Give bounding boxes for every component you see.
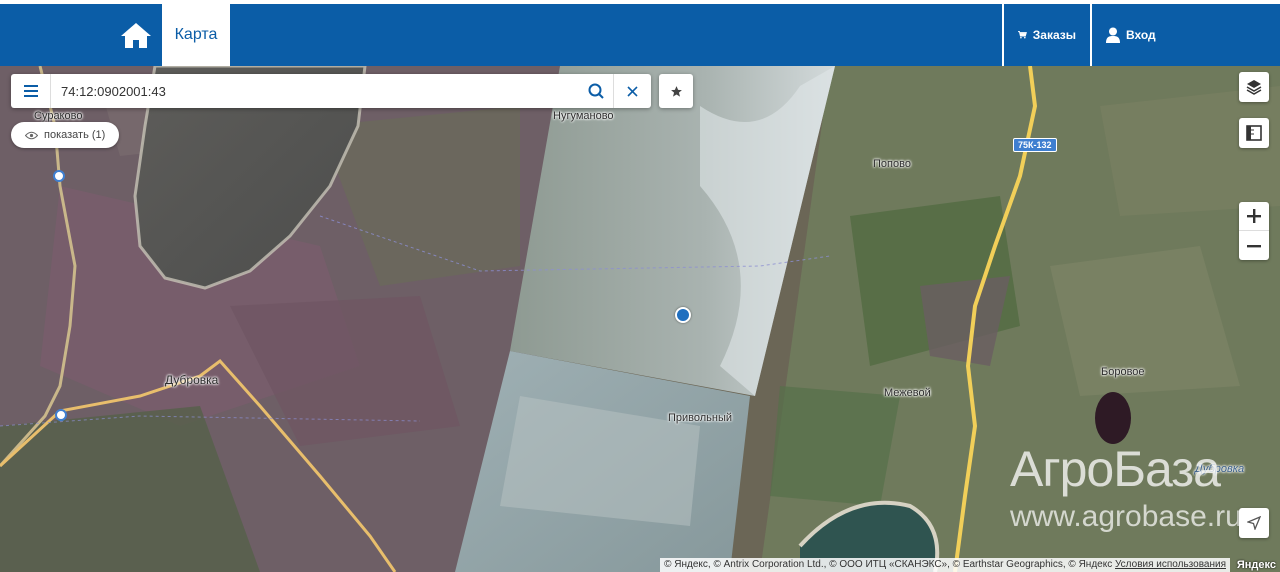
user-icon <box>1106 27 1120 43</box>
orders-label: Заказы <box>1032 28 1076 42</box>
minus-icon <box>1247 244 1261 247</box>
terms-link[interactable]: Условия использования <box>1115 559 1226 570</box>
app-root: Карта Заказы Вход Сураково Нугуманово По… <box>0 0 1280 572</box>
place-label: Привольный <box>668 412 733 424</box>
layers-icon <box>1246 80 1262 95</box>
search-icon <box>588 83 604 99</box>
top-nav: Карта Заказы Вход <box>0 4 1280 66</box>
login-link[interactable]: Вход <box>1090 4 1280 66</box>
zoom-out-button[interactable] <box>1239 231 1269 260</box>
map-attribution: © Яндекс, © Antrix Corporation Ltd., © О… <box>660 558 1230 572</box>
menu-button[interactable] <box>11 74 51 108</box>
attribution-text: © Яндекс, © Antrix Corporation Ltd., © О… <box>664 559 1113 570</box>
place-label: Сураково <box>34 110 83 122</box>
eye-icon <box>25 131 38 139</box>
favorite-button[interactable] <box>659 74 693 108</box>
plus-icon <box>1247 209 1261 223</box>
clear-button[interactable] <box>613 74 651 108</box>
nav-right: Заказы Вход <box>1002 4 1280 66</box>
poi-marker <box>55 409 67 421</box>
close-icon <box>627 85 638 97</box>
place-label: Дубровка <box>165 373 219 387</box>
home-button[interactable] <box>112 4 160 66</box>
login-label: Вход <box>1126 28 1156 42</box>
agrobase-watermark-url: www.agrobase.ru <box>1010 500 1242 533</box>
road-sign: 75К-132 <box>1013 138 1057 152</box>
zoom-controls <box>1239 202 1269 260</box>
show-results-button[interactable]: показать (1) <box>11 122 120 148</box>
place-label: Межевой <box>884 387 931 399</box>
tab-map[interactable]: Карта <box>162 4 230 66</box>
geolocation-button[interactable] <box>1239 508 1269 538</box>
search-button[interactable] <box>579 74 613 108</box>
poi-marker <box>53 170 65 182</box>
home-icon <box>121 23 151 48</box>
place-label: Попово <box>873 158 911 170</box>
star-icon <box>670 85 682 97</box>
agrobase-watermark: АгроБаза <box>1010 441 1221 497</box>
yandex-logo[interactable]: Яндекс <box>1237 559 1276 571</box>
parcel-marker[interactable] <box>675 307 691 323</box>
satellite-map[interactable]: Сураково Нугуманово Попово Дубровка Прив… <box>0 66 1280 572</box>
ruler-icon <box>1246 125 1262 141</box>
layers-button[interactable] <box>1239 72 1269 102</box>
location-arrow-icon <box>1247 516 1261 530</box>
place-label: Нугуманово <box>553 110 614 122</box>
search-input[interactable] <box>51 74 579 108</box>
menu-icon <box>23 85 38 97</box>
zoom-in-button[interactable] <box>1239 202 1269 231</box>
cart-icon <box>1018 31 1027 39</box>
ruler-button[interactable] <box>1239 118 1269 148</box>
cadastral-search <box>11 74 651 108</box>
show-results-label: показать (1) <box>44 129 106 141</box>
orders-link[interactable]: Заказы <box>1002 4 1090 66</box>
place-label: Боровое <box>1101 366 1145 378</box>
